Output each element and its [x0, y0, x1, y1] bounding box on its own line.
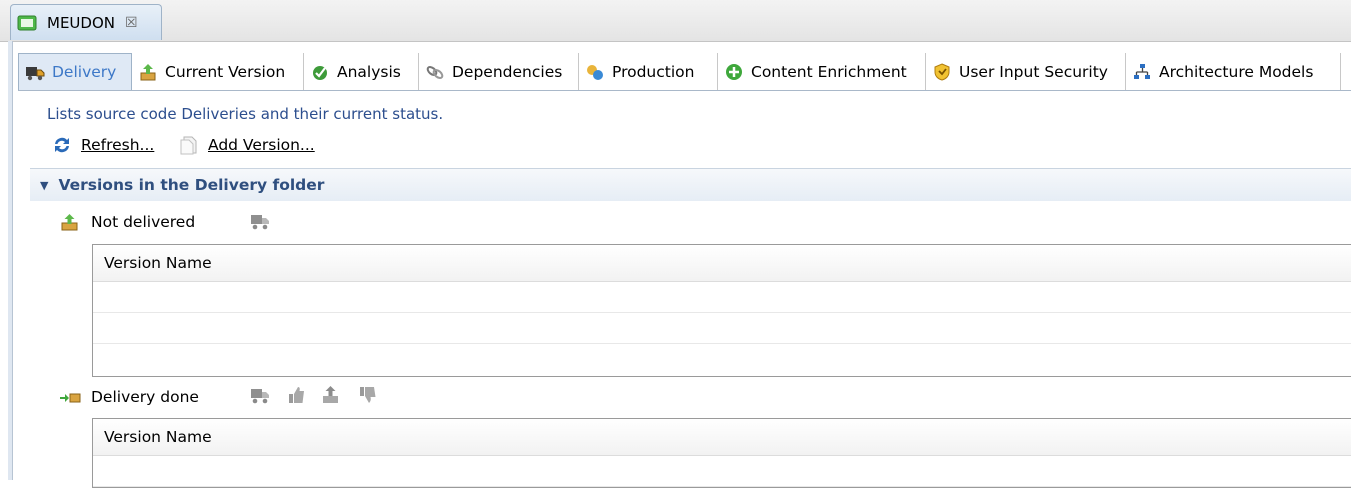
refresh-label: Refresh... — [81, 136, 155, 154]
table-row[interactable] — [93, 344, 1351, 374]
not-delivered-table: Version Name — [92, 244, 1351, 377]
not-delivered-label: Not delivered — [91, 213, 196, 231]
column-header-version-name[interactable]: Version Name — [93, 245, 1351, 282]
add-version-label: Add Version... — [208, 136, 315, 154]
deliver-truck-icon[interactable] — [249, 384, 271, 406]
editor-tab-bar: MEUDON ☒ — [0, 0, 1351, 42]
tab-current-version[interactable]: Current Version — [132, 53, 304, 90]
tab-label: Delivery — [52, 63, 117, 81]
refresh-link[interactable]: Refresh... — [51, 134, 154, 156]
tab-architecture-models[interactable]: Architecture Models — [1126, 53, 1341, 90]
not-delivered-icon — [61, 214, 78, 231]
set-current-version-icon[interactable] — [320, 384, 342, 406]
editor-tab-title: MEUDON — [47, 13, 115, 32]
architecture-models-icon — [1134, 63, 1150, 79]
tab-label: Production — [612, 62, 695, 81]
table-row[interactable] — [93, 313, 1351, 344]
add-version-icon — [180, 136, 197, 155]
page-description: Lists source code Deliveries and their c… — [47, 105, 444, 123]
tab-label: Content Enrichment — [751, 62, 907, 81]
group-delivery-done: Delivery done — [59, 387, 199, 407]
application-icon — [17, 15, 37, 30]
thumbs-down-icon[interactable] — [357, 384, 379, 406]
page-tab-bar: Delivery Current Version Analysis Depend… — [18, 53, 1351, 91]
dependencies-icon — [426, 65, 444, 79]
tab-label: User Input Security — [959, 62, 1108, 81]
editor-frame — [8, 41, 13, 480]
analysis-icon — [313, 65, 327, 80]
production-icon — [587, 64, 603, 80]
content-enrichment-icon — [726, 63, 742, 80]
user-input-security-icon — [934, 62, 950, 81]
refresh-icon — [55, 137, 69, 153]
delivery-done-label: Delivery done — [91, 388, 199, 406]
section-header-versions[interactable]: ▼ Versions in the Delivery folder — [30, 168, 1351, 201]
tab-label: Dependencies — [452, 62, 563, 81]
add-version-link[interactable]: Add Version... — [178, 134, 315, 156]
close-icon[interactable]: ☒ — [125, 15, 138, 31]
tab-dependencies[interactable]: Dependencies — [419, 53, 579, 90]
tab-delivery[interactable]: Delivery — [18, 53, 132, 90]
tab-analysis[interactable]: Analysis — [304, 53, 419, 90]
deliver-truck-icon[interactable] — [249, 210, 271, 232]
section-title: Versions in the Delivery folder — [58, 176, 325, 194]
tab-label: Analysis — [337, 62, 401, 81]
tab-label: Architecture Models — [1159, 62, 1314, 81]
thumbs-up-icon[interactable] — [286, 384, 308, 406]
delivery-done-icon — [60, 393, 81, 403]
tab-production[interactable]: Production — [579, 53, 718, 90]
column-header-version-name[interactable]: Version Name — [93, 419, 1351, 456]
delivery-done-table: Version Name — [92, 418, 1351, 488]
tab-user-input-security[interactable]: User Input Security — [926, 53, 1126, 90]
chevron-down-icon[interactable]: ▼ — [40, 179, 48, 192]
table-row[interactable] — [93, 282, 1351, 313]
delivery-truck-icon — [26, 67, 45, 81]
table-row[interactable] — [93, 456, 1351, 487]
group-not-delivered: Not delivered — [59, 212, 195, 232]
current-version-icon — [140, 63, 156, 80]
tab-content-enrichment[interactable]: Content Enrichment — [718, 53, 926, 90]
tab-label: Current Version — [165, 62, 286, 81]
editor-tab-meudon[interactable]: MEUDON ☒ — [10, 4, 162, 40]
